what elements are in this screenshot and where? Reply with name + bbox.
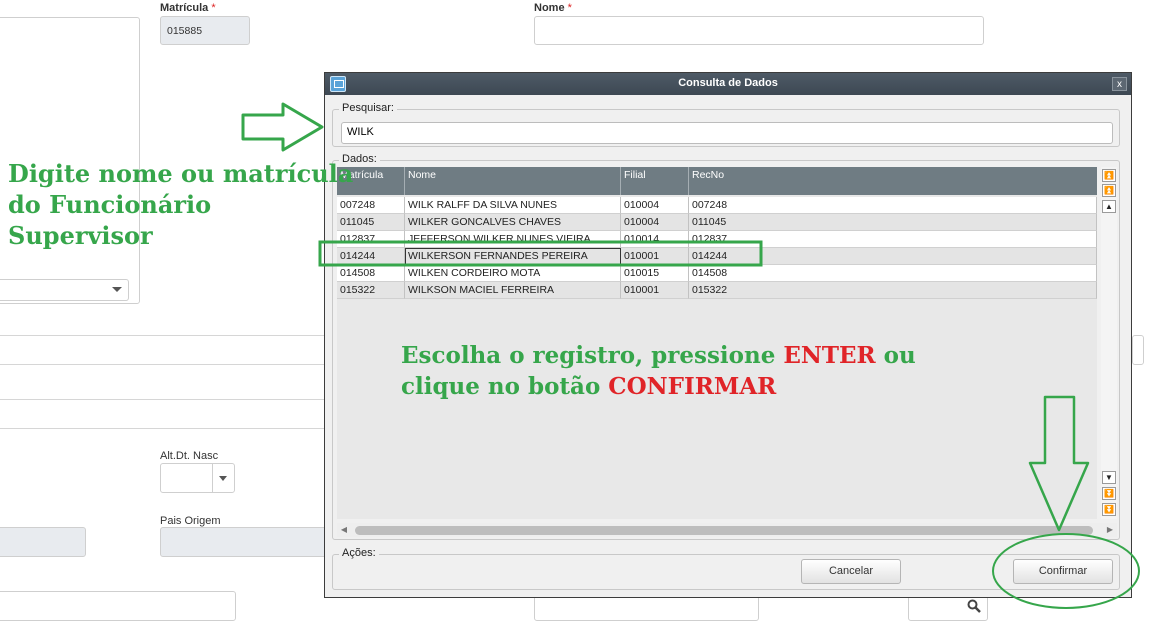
annotation-overlay — [241, 102, 1140, 609]
arrow-down-icon — [1028, 395, 1090, 532]
annotation-center-text: Escolha o registro, pressione ENTER ou c… — [401, 342, 916, 400]
arrow-right-icon — [241, 102, 324, 152]
row-highlight-box — [318, 240, 763, 267]
confirm-highlight-ellipse — [992, 533, 1140, 609]
annotation-left-text: Digite nome ou matrícula do Funcionário … — [8, 159, 354, 250]
